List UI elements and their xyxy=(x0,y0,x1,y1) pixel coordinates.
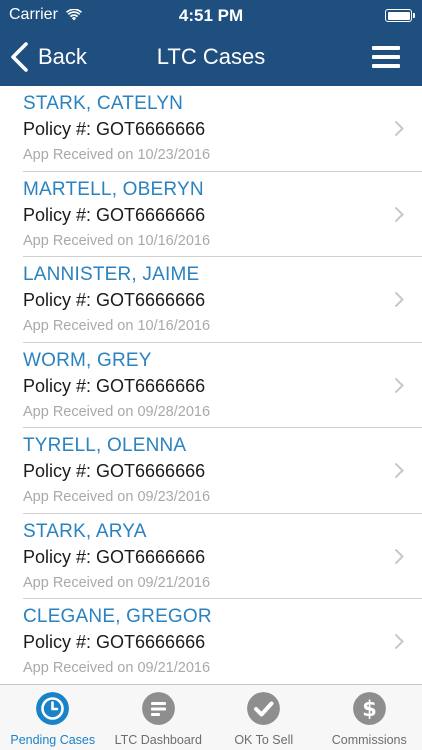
tab-ltc-dashboard[interactable]: LTC Dashboard xyxy=(106,685,212,750)
case-policy: Policy #: GOT6666666 xyxy=(23,632,206,652)
case-name: CLEGANE, GREGOR xyxy=(23,606,212,627)
case-received-date: App Received on 09/28/2016 xyxy=(23,403,211,420)
case-policy: Policy #: GOT6666666 xyxy=(23,119,206,139)
chevron-right-icon xyxy=(394,548,404,564)
chevron-right-icon xyxy=(394,120,404,137)
chevron-right-icon xyxy=(394,291,404,308)
battery-icon xyxy=(385,9,415,22)
case-name: LANNISTER, JAIME xyxy=(23,264,200,285)
hamburger-menu-icon[interactable] xyxy=(372,46,400,68)
case-received-date: App Received on 09/21/2016 xyxy=(23,574,211,591)
tab-ok-to-sell[interactable]: OK To Sell xyxy=(211,685,317,750)
dashboard-icon xyxy=(141,692,175,725)
dollar-icon: $ xyxy=(352,692,386,725)
case-name: STARK, CATELYN xyxy=(23,93,184,114)
status-bar: Carrier 4:51 PM xyxy=(0,0,422,30)
tab-label: Commissions xyxy=(331,733,407,747)
case-received-date: App Received on 10/23/2016 xyxy=(23,147,211,163)
case-row[interactable]: STARK, CATELYN Policy #: GOT6666666 App … xyxy=(0,86,422,172)
case-policy: Policy #: GOT6666666 xyxy=(23,546,206,567)
case-policy: Policy #: GOT6666666 xyxy=(23,204,206,225)
chevron-right-icon xyxy=(394,206,404,222)
chevron-right-icon xyxy=(394,377,404,393)
cases-list: STARK, CATELYN Policy #: GOT6666666 App … xyxy=(0,86,422,684)
case-name: TYRELL, OLENNA xyxy=(23,435,187,456)
tab-label: Pending Cases xyxy=(10,733,96,747)
navigation-bar: Back LTC Cases xyxy=(0,30,422,86)
page-title: LTC Cases xyxy=(156,44,266,69)
case-name: WORM, GREY xyxy=(23,349,152,371)
clock-icon xyxy=(36,692,70,725)
case-row[interactable]: STARK, ARYA Policy #: GOT6666666 App Rec… xyxy=(0,514,422,600)
tab-commissions[interactable]: $ Commissions xyxy=(317,685,422,750)
case-received-date: App Received on 09/23/2016 xyxy=(23,489,211,505)
case-row[interactable]: MARTELL, OBERYN Policy #: GOT6666666 App… xyxy=(0,172,422,258)
case-name: MARTELL, OBERYN xyxy=(23,178,204,200)
case-name: STARK, ARYA xyxy=(23,520,147,542)
tab-label: OK To Sell xyxy=(234,733,294,747)
case-received-date: App Received on 10/16/2016 xyxy=(23,318,211,334)
chevron-right-icon xyxy=(394,462,404,479)
case-row[interactable]: LANNISTER, JAIME Policy #: GOT6666666 Ap… xyxy=(0,257,422,343)
tab-label: LTC Dashboard xyxy=(114,733,202,747)
checkmark-icon xyxy=(247,692,281,725)
tab-bar: Pending Cases LTC Dashboard OK To Sell $… xyxy=(0,684,422,750)
case-row[interactable]: WORM, GREY Policy #: GOT6666666 App Rece… xyxy=(0,343,422,429)
case-policy: Policy #: GOT6666666 xyxy=(23,461,206,481)
status-time: 4:51 PM xyxy=(178,6,244,25)
case-row[interactable]: CLEGANE, GREGOR Policy #: GOT6666666 App… xyxy=(0,599,422,684)
case-policy: Policy #: GOT6666666 xyxy=(23,375,206,396)
svg-text:$: $ xyxy=(362,697,377,721)
chevron-right-icon xyxy=(394,633,404,650)
case-policy: Policy #: GOT6666666 xyxy=(23,290,206,310)
case-received-date: App Received on 09/21/2016 xyxy=(23,660,211,676)
case-received-date: App Received on 10/16/2016 xyxy=(23,232,211,249)
app-header: Carrier 4:51 PM Back LTC Cases xyxy=(0,0,422,86)
tab-pending-cases[interactable]: Pending Cases xyxy=(0,685,106,750)
case-row[interactable]: TYRELL, OLENNA Policy #: GOT6666666 App … xyxy=(0,428,422,514)
